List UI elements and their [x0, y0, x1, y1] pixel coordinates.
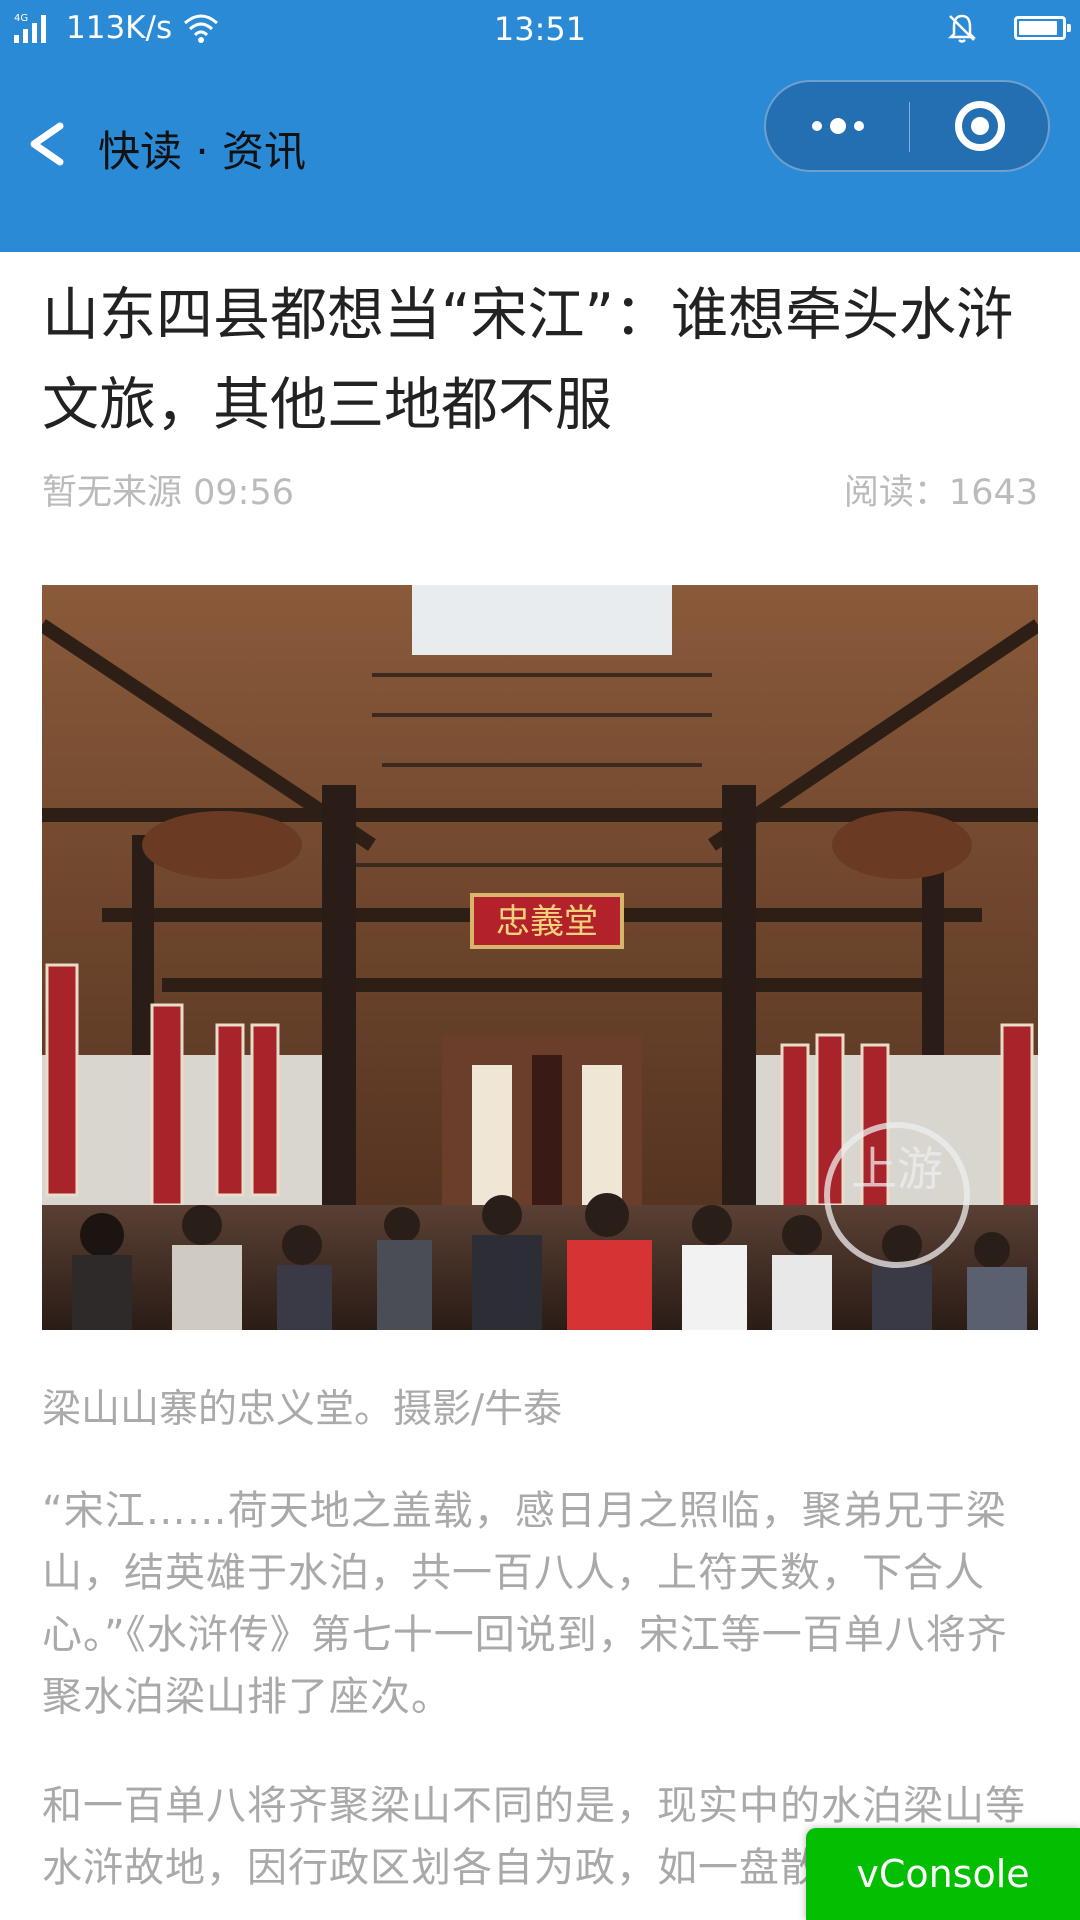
article-source-time: 暂无来源 09:56 [42, 473, 294, 513]
vconsole-button[interactable]: vConsole [806, 1828, 1080, 1920]
article: 山东四县都想当“宋江”：谁想牵头水浒文旅，其他三地都不服 暂无来源 09:56 … [42, 252, 1038, 524]
header-bar: 4G 113K/s 13:51 快读 · 资讯 [0, 0, 1080, 252]
status-right [946, 12, 1071, 44]
more-dots-icon [811, 121, 822, 131]
chevron-left-icon [30, 122, 64, 166]
hall-illustration: 忠義堂 上游 [42, 585, 1038, 1330]
read-count: 阅读：1643 [843, 473, 1038, 513]
status-bar: 4G 113K/s 13:51 [0, 0, 1080, 58]
status-time: 13:51 [493, 10, 587, 48]
more-button[interactable] [766, 82, 909, 170]
article-paragraph: “宋江……荷天地之盖载，感日月之照临，聚弟兄于梁山，结英雄于水泊，共一百八人，上… [42, 1488, 1008, 1720]
close-button[interactable] [909, 82, 1050, 170]
mute-bell-icon [947, 14, 977, 43]
article-photo: 忠義堂 上游 [42, 585, 1038, 1330]
plaque-text: 忠義堂 [496, 902, 598, 942]
back-button[interactable] [24, 120, 68, 168]
battery-icon [1014, 16, 1071, 40]
watermark-text: 上游 [851, 1142, 943, 1196]
article-title: 山东四县都想当“宋江”：谁想牵头水浒文旅，其他三地都不服 [42, 282, 1014, 438]
photo-caption: 梁山山寨的忠义堂。摄影/牛泰 [42, 1387, 563, 1432]
page-title: 快读 · 资讯 [98, 127, 307, 176]
article-meta: 暂无来源 09:56 阅读：1643 [42, 464, 1038, 524]
target-circle-icon [954, 101, 1005, 151]
mini-program-capsule [764, 80, 1050, 172]
